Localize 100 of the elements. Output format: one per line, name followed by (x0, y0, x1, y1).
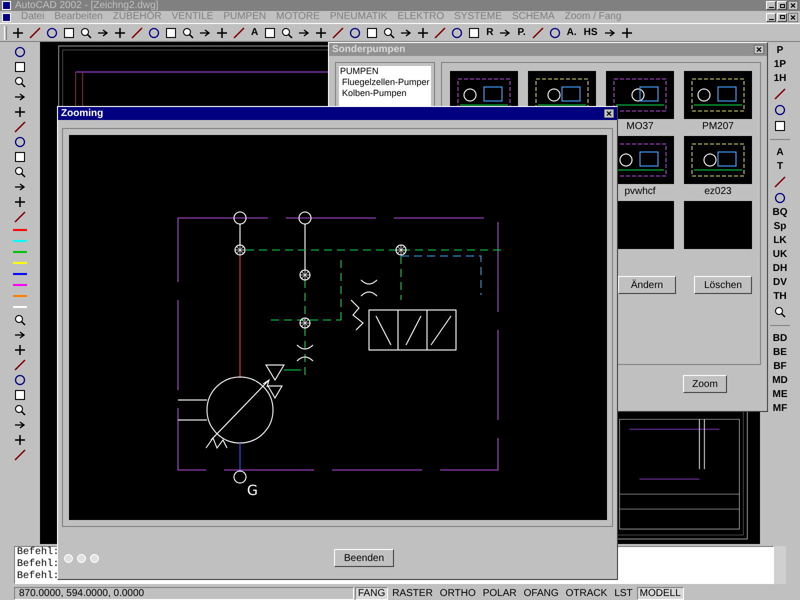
magnifier-icon[interactable] (14, 314, 26, 326)
tool-button[interactable]: T (776, 162, 784, 172)
close-icon[interactable] (604, 109, 614, 118)
close-icon[interactable] (788, 12, 798, 22)
line-icon[interactable] (332, 26, 344, 38)
tool-button[interactable]: MD (771, 376, 789, 386)
line-icon[interactable] (131, 26, 143, 38)
tool-button[interactable]: A (250, 28, 260, 38)
circle-icon[interactable] (774, 192, 786, 204)
circle-icon[interactable] (548, 26, 561, 38)
cross-icon[interactable] (620, 26, 633, 38)
square-icon[interactable] (63, 26, 75, 38)
scrollbar[interactable] (774, 546, 786, 584)
square-icon[interactable] (264, 26, 276, 38)
status-toggle[interactable]: RASTER (389, 586, 436, 600)
square-icon[interactable] (774, 120, 786, 132)
empty-thumbnail[interactable] (684, 201, 752, 249)
status-toggle[interactable]: LST (611, 586, 636, 600)
line-icon[interactable] (29, 26, 41, 38)
tool-button[interactable]: MF (772, 404, 788, 414)
list-item[interactable]: PUMPEN (339, 66, 380, 77)
schematic-thumbnail[interactable] (606, 71, 674, 119)
status-toggle[interactable]: ORTHO (436, 586, 479, 600)
square-icon[interactable] (468, 26, 480, 38)
magnifier-icon[interactable] (281, 26, 294, 38)
schematic-thumbnail[interactable] (684, 136, 752, 184)
tool-button[interactable]: R (485, 28, 494, 38)
circle-icon[interactable] (14, 46, 26, 58)
status-toggle[interactable]: OTRACK (562, 586, 610, 600)
zoom-button[interactable]: Zoom (683, 375, 727, 393)
minimize-icon[interactable] (766, 1, 776, 10)
circle-icon[interactable] (148, 26, 160, 38)
arrow-icon[interactable] (298, 26, 310, 38)
square-icon[interactable] (14, 389, 26, 401)
tool-button[interactable]: LK (772, 236, 788, 246)
cross-icon[interactable] (114, 26, 126, 38)
tool-button[interactable]: 1P (772, 60, 788, 70)
tool-button[interactable]: A (775, 148, 785, 158)
magnifier-icon[interactable] (14, 76, 26, 88)
list-item[interactable]: Kolben-Pumpen (339, 88, 407, 99)
tool-button[interactable]: P. (516, 28, 527, 38)
line-icon[interactable] (774, 176, 786, 188)
line-icon[interactable] (14, 449, 26, 461)
arrow-icon[interactable] (14, 181, 26, 193)
status-toggle[interactable]: FANG (355, 586, 388, 600)
tool-button[interactable]: BQ (772, 208, 788, 218)
close-icon[interactable] (754, 45, 764, 54)
magnifier-icon[interactable] (80, 26, 92, 38)
arrow-icon[interactable] (14, 91, 26, 103)
magnifier-icon[interactable] (774, 306, 786, 318)
magnifier-icon[interactable] (182, 26, 194, 38)
status-toggle[interactable]: OFANG (520, 586, 562, 600)
circle-icon[interactable] (14, 374, 26, 386)
close-button[interactable]: Beenden (334, 549, 394, 567)
arrow-icon[interactable] (199, 26, 211, 38)
tool-button[interactable]: TH (772, 292, 788, 302)
tool-button[interactable]: P (776, 46, 784, 56)
arrow-icon[interactable] (97, 26, 109, 38)
tool-button[interactable]: Sp (772, 222, 788, 232)
list-item[interactable]: Fluegelzellen-Pumper (339, 77, 430, 88)
arrow-icon[interactable] (14, 329, 26, 341)
cross-icon[interactable] (216, 26, 228, 38)
status-toggle[interactable]: MODELL (636, 586, 684, 600)
line-icon[interactable] (14, 121, 26, 133)
cross-icon[interactable] (12, 26, 24, 38)
app-icon[interactable] (2, 1, 11, 10)
circle-icon[interactable] (451, 26, 464, 38)
cross-icon[interactable] (315, 26, 328, 38)
cross-icon[interactable] (417, 26, 430, 38)
status-toggle[interactable]: POLAR (480, 586, 520, 600)
square-icon[interactable] (14, 151, 26, 163)
cross-icon[interactable] (14, 196, 26, 208)
tool-button[interactable]: HS (582, 28, 599, 38)
tool-button[interactable]: BF (772, 362, 788, 372)
tool-button[interactable]: DV (772, 278, 788, 288)
circle-icon[interactable] (46, 26, 58, 38)
arrow-icon[interactable] (14, 419, 26, 431)
square-icon[interactable] (366, 26, 378, 38)
line-icon[interactable] (774, 88, 786, 100)
square-icon[interactable] (14, 61, 26, 73)
line-icon[interactable] (14, 359, 26, 371)
line-icon[interactable] (14, 211, 26, 223)
dialog-button[interactable]: Ändern (618, 276, 676, 294)
magnifier-icon[interactable] (14, 166, 26, 178)
tool-button[interactable]: DH (772, 264, 788, 274)
line-icon[interactable] (233, 26, 245, 38)
arrow-icon[interactable] (499, 26, 512, 38)
line-icon[interactable] (532, 26, 544, 38)
tool-button[interactable]: UK (772, 250, 788, 260)
cross-icon[interactable] (14, 434, 26, 446)
tool-button[interactable]: 1H (772, 74, 788, 84)
minimize-icon[interactable] (766, 12, 776, 22)
tool-button[interactable]: ME (772, 390, 788, 400)
tool-button[interactable]: A. (566, 28, 578, 38)
dialog-button[interactable]: Löschen (694, 276, 752, 294)
cross-icon[interactable] (14, 344, 26, 356)
close-icon[interactable] (788, 1, 798, 10)
tool-button[interactable]: BE (772, 348, 788, 358)
magnifier-icon[interactable] (383, 26, 396, 38)
line-icon[interactable] (434, 26, 446, 38)
